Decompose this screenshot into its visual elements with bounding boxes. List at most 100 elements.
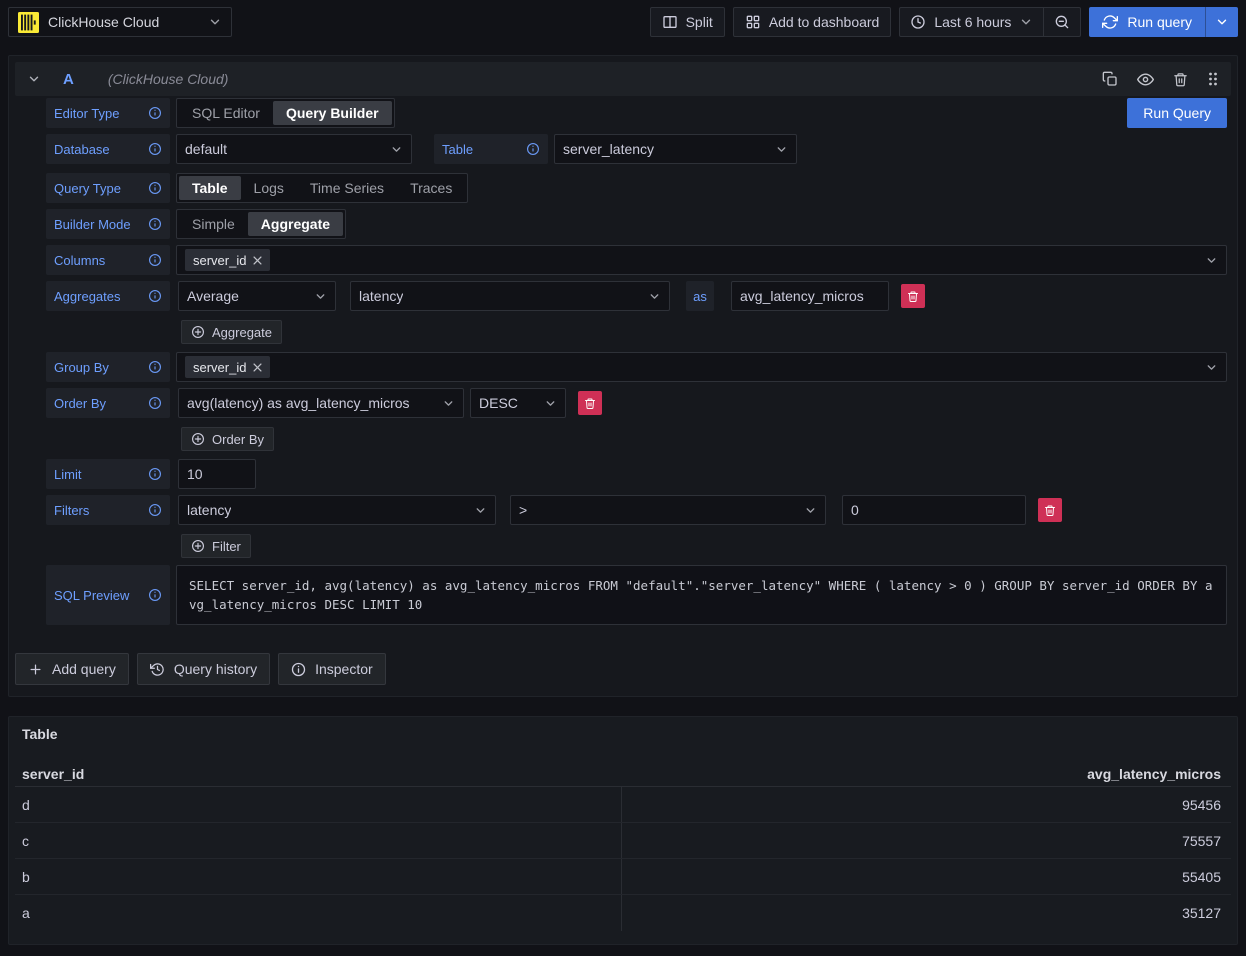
table-result-panel: Table server_id avg_latency_micros d 954… — [8, 716, 1238, 945]
add-filter-button[interactable]: Filter — [181, 534, 251, 558]
database-select[interactable]: default — [176, 134, 412, 164]
query-ref-id[interactable]: A — [63, 71, 74, 88]
plus-icon — [28, 662, 43, 677]
run-query-button[interactable]: Run query — [1089, 7, 1205, 37]
cell-avg-latency: 35127 — [622, 895, 1231, 931]
filter-operator-select[interactable]: > — [510, 495, 826, 525]
columns-label: Columns — [46, 245, 170, 275]
remove-aggregate-button[interactable] — [901, 284, 925, 308]
column-header-avg-latency-micros[interactable]: avg_latency_micros — [622, 766, 1231, 782]
info-icon[interactable] — [148, 217, 162, 231]
zoom-out-button[interactable] — [1043, 8, 1080, 36]
aggregate-function-select[interactable]: Average — [178, 281, 336, 311]
group-by-multiselect[interactable]: server_id — [176, 352, 1227, 382]
table-row: a 35127 — [15, 895, 1231, 931]
filter-column-select[interactable]: latency — [178, 495, 496, 525]
filter-value-input[interactable] — [842, 495, 1026, 525]
add-order-by-button[interactable]: Order By — [181, 427, 274, 451]
order-by-direction-select[interactable]: DESC — [470, 388, 566, 418]
chevron-down-icon — [648, 290, 661, 303]
query-type-option-traces[interactable]: Traces — [397, 176, 465, 200]
run-query-editor-label: Run Query — [1143, 105, 1211, 121]
collapse-chevron-icon[interactable] — [27, 72, 41, 86]
info-icon[interactable] — [148, 106, 162, 120]
info-icon[interactable] — [148, 467, 162, 481]
toggle-visibility-eye-icon[interactable] — [1137, 71, 1154, 88]
table-header-row: server_id avg_latency_micros — [15, 761, 1231, 787]
table-select[interactable]: server_latency — [554, 134, 797, 164]
sync-icon — [1102, 14, 1118, 30]
info-icon[interactable] — [148, 253, 162, 267]
toolbar-actions: Split Add to dashboard Last 6 hours Run … — [650, 7, 1238, 37]
columns-chip: server_id — [185, 249, 270, 271]
editor-type-option-query-builder[interactable]: Query Builder — [273, 101, 392, 125]
column-header-server-id[interactable]: server_id — [15, 766, 622, 782]
info-icon[interactable] — [148, 360, 162, 374]
split-label: Split — [686, 14, 713, 30]
aggregate-alias-input[interactable] — [731, 281, 889, 311]
add-query-button[interactable]: Add query — [15, 653, 129, 685]
info-icon[interactable] — [148, 396, 162, 410]
time-range-group: Last 6 hours — [899, 7, 1081, 37]
drag-handle-icon[interactable] — [1207, 71, 1219, 87]
chevron-down-icon — [1019, 15, 1033, 29]
remove-query-trash-icon[interactable] — [1173, 72, 1188, 87]
datasource-picker[interactable]: ClickHouse Cloud — [8, 7, 232, 37]
run-query-split-button: Run query — [1089, 7, 1238, 37]
time-range-picker[interactable]: Last 6 hours — [900, 8, 1043, 36]
info-icon[interactable] — [148, 289, 162, 303]
chevron-down-icon — [390, 143, 403, 156]
builder-mode-option-aggregate[interactable]: Aggregate — [248, 212, 343, 236]
query-type-option-logs[interactable]: Logs — [241, 176, 297, 200]
plus-circle-icon — [191, 539, 205, 553]
editor-type-option-sql-editor[interactable]: SQL Editor — [179, 101, 273, 125]
table-label: Table — [434, 134, 548, 164]
explore-toolbar: ClickHouse Cloud Split Add to dashboard … — [0, 0, 1246, 37]
add-aggregate-button[interactable]: Aggregate — [181, 320, 282, 344]
trash-icon — [584, 397, 596, 410]
limit-label: Limit — [46, 459, 170, 489]
info-icon[interactable] — [148, 142, 162, 156]
chevron-down-icon — [544, 397, 557, 410]
info-icon[interactable] — [148, 503, 162, 517]
table-row: c 75557 — [15, 823, 1231, 859]
query-type-option-table[interactable]: Table — [179, 176, 241, 200]
builder-mode-option-simple[interactable]: Simple — [179, 212, 248, 236]
order-by-field-select[interactable]: avg(latency) as avg_latency_micros — [178, 388, 464, 418]
chevron-down-icon — [1205, 254, 1218, 267]
query-history-button[interactable]: Query history — [137, 653, 270, 685]
info-icon[interactable] — [148, 181, 162, 195]
time-range-label: Last 6 hours — [934, 14, 1011, 30]
add-to-dashboard-button[interactable]: Add to dashboard — [733, 7, 892, 37]
filters-label: Filters — [46, 495, 170, 525]
remove-column-icon[interactable] — [253, 256, 262, 265]
remove-order-by-button[interactable] — [578, 391, 602, 415]
clickhouse-logo-icon — [18, 12, 39, 33]
group-by-chip: server_id — [185, 356, 270, 378]
run-query-options-button[interactable] — [1205, 7, 1238, 37]
results-table: server_id avg_latency_micros d 95456 c 7… — [15, 761, 1231, 931]
table-row: d 95456 — [15, 787, 1231, 823]
chevron-down-icon — [208, 15, 222, 29]
split-button[interactable]: Split — [650, 7, 725, 37]
info-icon[interactable] — [148, 588, 162, 602]
duplicate-query-icon[interactable] — [1102, 71, 1118, 87]
columns-multiselect[interactable]: server_id — [176, 245, 1227, 275]
chevron-down-icon — [804, 504, 817, 517]
inspector-button[interactable]: Inspector — [278, 653, 386, 685]
group-by-label: Group By — [46, 352, 170, 382]
query-row-header: A (ClickHouse Cloud) — [15, 62, 1231, 96]
chevron-down-icon — [442, 397, 455, 410]
remove-filter-button[interactable] — [1038, 498, 1062, 522]
cell-avg-latency: 75557 — [622, 823, 1231, 858]
editor-footer: Add query Query history Inspector — [15, 653, 1227, 685]
trash-icon — [1044, 504, 1056, 517]
info-icon[interactable] — [526, 142, 540, 156]
limit-input[interactable] — [178, 459, 256, 489]
query-type-option-time-series[interactable]: Time Series — [297, 176, 397, 200]
run-query-editor-button[interactable]: Run Query — [1127, 98, 1227, 128]
datasource-hint: (ClickHouse Cloud) — [108, 71, 229, 87]
remove-group-by-icon[interactable] — [253, 363, 262, 372]
aggregate-column-select[interactable]: latency — [350, 281, 670, 311]
clock-icon — [910, 14, 926, 30]
